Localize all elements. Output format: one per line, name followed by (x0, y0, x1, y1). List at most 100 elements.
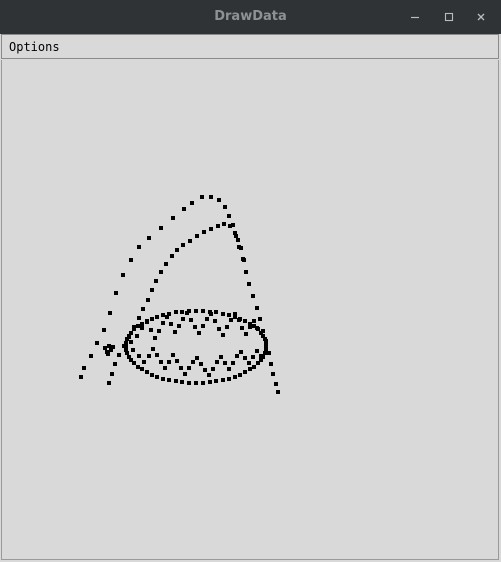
drawn-point (216, 224, 220, 228)
drawn-point (215, 360, 219, 364)
drawn-point (161, 377, 165, 381)
drawn-point (222, 222, 226, 226)
drawn-point (114, 291, 118, 295)
drawn-point (175, 248, 179, 252)
drawn-point (263, 351, 267, 355)
drawn-point (203, 368, 207, 372)
drawn-point (223, 205, 227, 209)
drawn-point (165, 315, 169, 319)
drawn-point (221, 378, 225, 382)
drawn-point (233, 375, 237, 379)
drawn-point (214, 379, 218, 383)
drawn-point (181, 317, 185, 321)
drawn-point (229, 318, 233, 322)
drawn-point (239, 350, 243, 354)
drawn-point (95, 341, 99, 345)
drawn-point (217, 327, 221, 331)
drawn-point (209, 227, 213, 231)
drawn-point (149, 328, 153, 332)
drawn-point (209, 312, 213, 316)
drawn-point (89, 354, 93, 358)
drawn-point (183, 372, 187, 376)
drawn-point (153, 336, 157, 340)
drawn-point (247, 282, 251, 286)
drawn-point (255, 306, 259, 310)
drawn-point (205, 317, 209, 321)
drawn-point (108, 311, 112, 315)
drawn-point (251, 294, 255, 298)
drawn-point (190, 201, 194, 205)
drawn-point (233, 312, 237, 316)
drawn-point (187, 366, 191, 370)
drawn-point (173, 330, 177, 334)
drawn-point (161, 313, 165, 317)
drawn-point (201, 309, 205, 313)
drawn-point (135, 334, 139, 338)
drawn-point (227, 367, 231, 371)
drawn-point (103, 346, 107, 350)
drawn-point (251, 355, 255, 359)
drawn-point (175, 359, 179, 363)
drawn-point (147, 354, 151, 358)
drawn-point (163, 366, 167, 370)
drawn-point (79, 375, 83, 379)
drawn-point (211, 367, 215, 371)
drawn-point (237, 318, 241, 322)
drawn-point (194, 381, 198, 385)
drawn-point (155, 353, 159, 357)
drawn-point (200, 195, 204, 199)
drawn-point (113, 362, 117, 366)
drawn-point (274, 382, 278, 386)
drawn-point (131, 348, 135, 352)
maximize-button[interactable] (436, 4, 462, 30)
drawn-point (137, 245, 141, 249)
drawn-point (180, 310, 184, 314)
drawn-point (244, 270, 248, 274)
drawn-point (140, 326, 144, 330)
drawn-point (164, 262, 168, 266)
drawn-point (191, 360, 195, 364)
drawn-point (124, 341, 128, 345)
minimize-button[interactable] (402, 4, 428, 30)
drawn-point (242, 258, 246, 262)
drawn-point (201, 381, 205, 385)
drawn-point (132, 327, 136, 331)
close-button[interactable] (468, 4, 494, 30)
maximize-icon (444, 12, 454, 22)
drawn-point (177, 324, 181, 328)
drawing-canvas[interactable] (1, 60, 499, 560)
drawn-point (141, 307, 145, 311)
drawn-point (174, 310, 178, 314)
drawn-point (199, 362, 203, 366)
drawn-point (255, 326, 259, 330)
drawn-point (82, 366, 86, 370)
drawn-point (136, 365, 140, 369)
drawn-point (235, 354, 239, 358)
drawn-point (167, 360, 171, 364)
drawn-point (227, 377, 231, 381)
drawn-point (121, 273, 125, 277)
drawn-point (240, 326, 244, 330)
drawn-point (248, 367, 252, 371)
drawn-point (221, 333, 225, 337)
title-bar[interactable]: DrawData (0, 0, 501, 34)
drawn-point (243, 356, 247, 360)
drawn-point (110, 372, 114, 376)
drawn-point (167, 378, 171, 382)
app-window: DrawData Options (0, 0, 501, 562)
drawn-point (107, 344, 111, 348)
drawn-point (207, 373, 211, 377)
drawn-point (129, 340, 133, 344)
menu-options[interactable]: Options (9, 39, 60, 55)
drawn-point (146, 298, 150, 302)
drawn-point (243, 319, 247, 323)
drawn-point (181, 243, 185, 247)
drawn-point (223, 361, 227, 365)
drawn-point (209, 195, 213, 199)
drawn-point (106, 352, 110, 356)
drawn-point (244, 332, 248, 336)
close-icon (476, 12, 486, 22)
drawn-point (147, 236, 151, 240)
drawn-point (258, 317, 262, 321)
drawn-point (124, 348, 128, 352)
